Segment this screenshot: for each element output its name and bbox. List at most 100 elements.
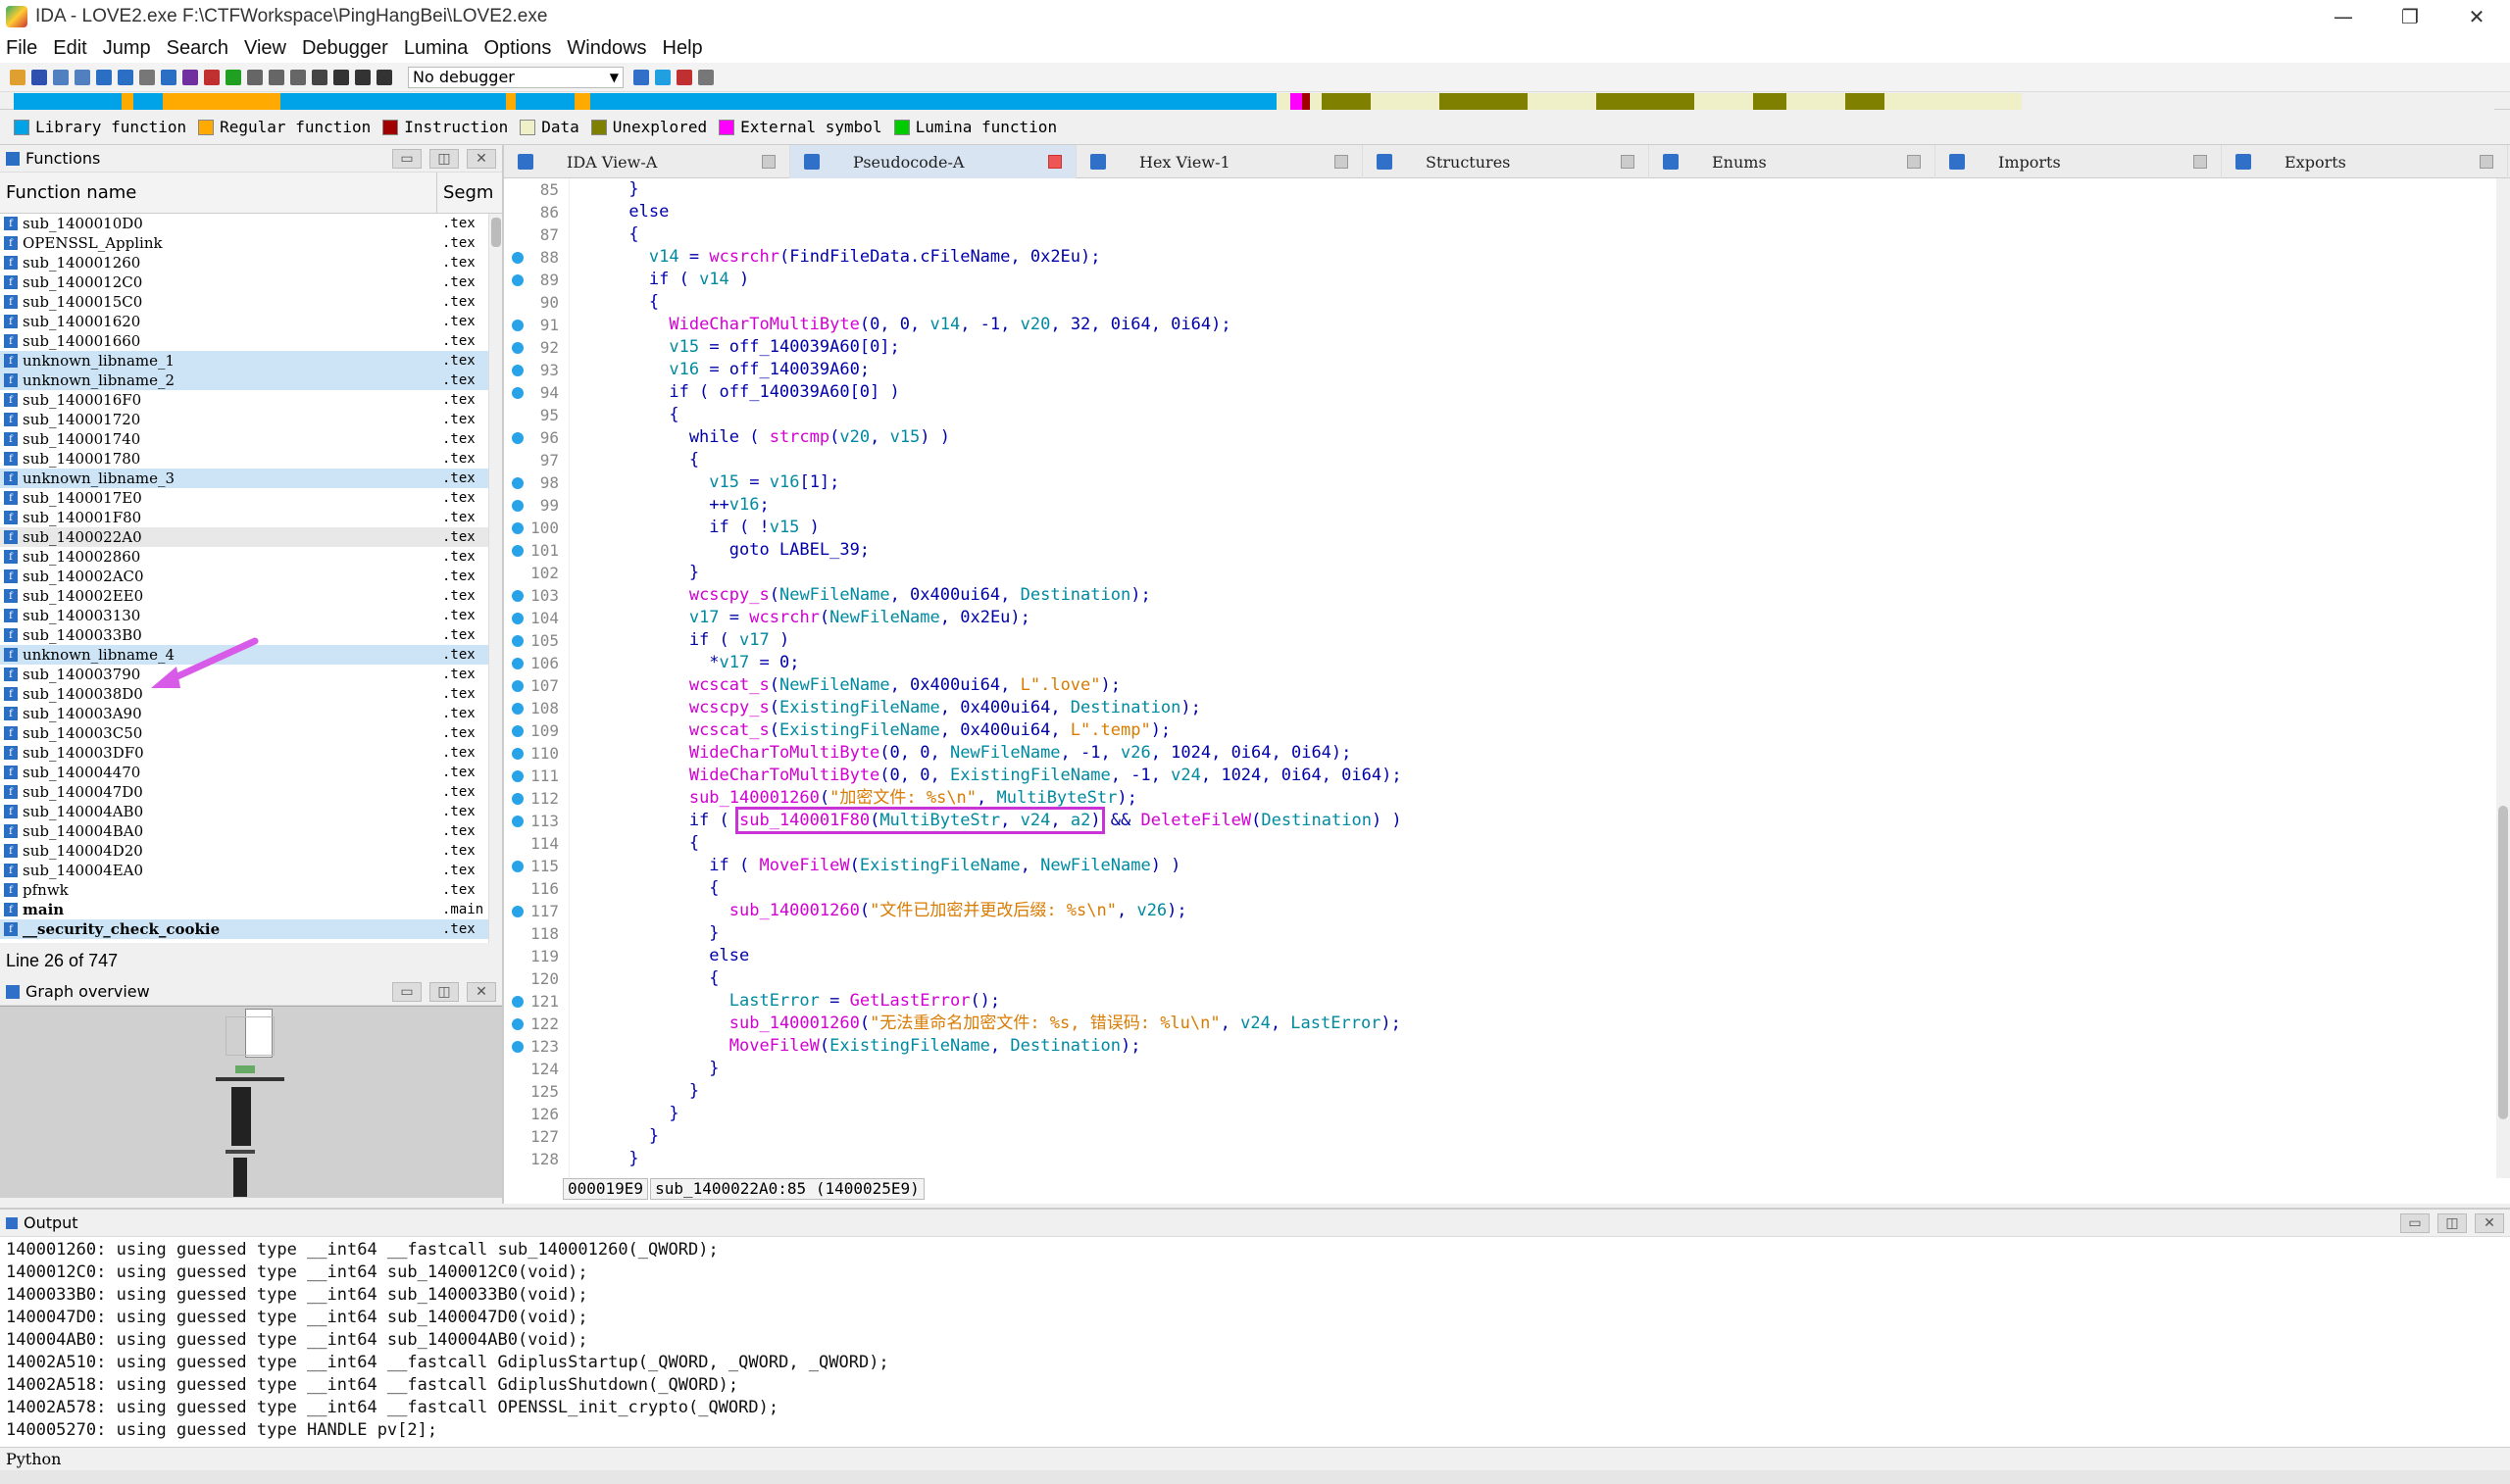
column-segment[interactable]: Segm (437, 182, 493, 203)
tab-close-icon[interactable] (2193, 155, 2207, 169)
code-line[interactable]: { (569, 967, 2490, 990)
function-row[interactable]: f sub_140001720 .tex (0, 410, 502, 429)
code-line[interactable]: WideCharToMultiByte(0, 0, ExistingFileNa… (569, 765, 2490, 787)
panel-close-icon[interactable]: ✕ (467, 149, 496, 169)
code-line[interactable]: wcscat_s(NewFileName, 0x400ui64, L".love… (569, 674, 2490, 697)
attach-icon[interactable] (633, 69, 649, 85)
code-line[interactable]: { (569, 832, 2490, 855)
breakpoint-dot-icon[interactable] (512, 658, 524, 669)
breakpoint-dot-icon[interactable] (512, 320, 524, 331)
code-line[interactable]: } (569, 1103, 2490, 1125)
code-line[interactable]: if ( MoveFileW(ExistingFileName, NewFile… (569, 855, 2490, 877)
menu-view[interactable]: View (244, 37, 286, 60)
code-line[interactable]: else (569, 201, 2490, 223)
play-icon[interactable] (333, 69, 349, 85)
breakpoint-dot-icon[interactable] (512, 432, 524, 444)
menu-search[interactable]: Search (167, 37, 228, 60)
code-icon[interactable] (96, 69, 112, 85)
tab-structures[interactable]: Structures (1363, 145, 1649, 178)
code-line[interactable]: while ( strcmp(v20, v15) ) (569, 426, 2490, 449)
output-close-icon[interactable]: ✕ (2475, 1213, 2504, 1233)
breakpoint-dot-icon[interactable] (512, 522, 524, 534)
menu-windows[interactable]: Windows (567, 37, 646, 60)
breakpoint-dot-icon[interactable] (512, 613, 524, 624)
maximize-button[interactable]: ❐ (2377, 0, 2443, 33)
tab-close-icon[interactable] (1907, 155, 1921, 169)
function-row[interactable]: f OPENSSL_Applink .tex (0, 233, 502, 253)
function-row[interactable]: f sub_140003A90 .tex (0, 704, 502, 723)
pause-icon[interactable] (355, 69, 371, 85)
breakpoint-dot-icon[interactable] (512, 996, 524, 1008)
function-row[interactable]: f sub_140002AC0 .tex (0, 567, 502, 586)
function-row[interactable]: f sub_140001660 .tex (0, 331, 502, 351)
breakpoint-dot-icon[interactable] (512, 500, 524, 512)
function-row[interactable]: f pfnwk .tex (0, 880, 502, 900)
function-row[interactable]: f sub_140004BA0 .tex (0, 821, 502, 841)
code-line[interactable]: } (569, 1080, 2490, 1103)
function-row[interactable]: f sub_140002EE0 .tex (0, 586, 502, 606)
code-line[interactable]: { (569, 877, 2490, 900)
code-line[interactable]: } (569, 1125, 2490, 1148)
menu-file[interactable]: File (6, 37, 37, 60)
code-line[interactable]: v17 = wcsrchr(NewFileName, 0x2Eu); (569, 607, 2490, 629)
code-line[interactable]: WideCharToMultiByte(0, 0, NewFileName, -… (569, 742, 2490, 765)
python-input[interactable]: Python (0, 1447, 2510, 1470)
breakpoint-dot-icon[interactable] (512, 725, 524, 737)
code-line[interactable]: v15 = off_140039A60[0]; (569, 336, 2490, 359)
menu-jump[interactable]: Jump (103, 37, 151, 60)
function-row[interactable]: f sub_140001780 .tex (0, 449, 502, 469)
function-row[interactable]: f sub_140003DF0 .tex (0, 743, 502, 763)
menu-debugger[interactable]: Debugger (302, 37, 388, 60)
panel-restore-icon[interactable]: ▭ (392, 149, 422, 169)
function-row[interactable]: f sub_140003C50 .tex (0, 723, 502, 743)
code-line[interactable]: } (569, 1148, 2490, 1170)
breakpoint-dot-icon[interactable] (512, 906, 524, 917)
text-icon[interactable] (182, 69, 198, 85)
function-row[interactable]: f unknown_libname_1 .tex (0, 351, 502, 371)
tab-close-icon[interactable] (762, 155, 776, 169)
graph-restore-icon[interactable]: ▭ (392, 982, 422, 1002)
minimize-button[interactable]: — (2310, 0, 2377, 33)
menu-options[interactable]: Options (483, 37, 551, 60)
column-function-name[interactable]: Function name (0, 173, 437, 213)
tab-close-icon[interactable] (1048, 155, 1062, 169)
function-row[interactable]: f sub_140001620 .tex (0, 312, 502, 331)
code-line[interactable]: if ( v14 ) (569, 269, 2490, 291)
tab-close-icon[interactable] (1621, 155, 1634, 169)
code-line[interactable]: { (569, 449, 2490, 471)
code-line[interactable]: else (569, 945, 2490, 967)
string-icon[interactable] (204, 69, 220, 85)
function-row[interactable]: f sub_1400015C0 .tex (0, 292, 502, 312)
code-scrollbar[interactable] (2496, 178, 2510, 1178)
function-row[interactable]: f sub_140002860 .tex (0, 547, 502, 567)
stop-icon[interactable] (312, 69, 327, 85)
breakpoint-dot-icon[interactable] (512, 1041, 524, 1053)
tab-hex-view-1[interactable]: Hex View-1 (1077, 145, 1363, 178)
code-line[interactable]: ++v16; (569, 494, 2490, 517)
breakpoint-dot-icon[interactable] (512, 274, 524, 286)
code-line[interactable]: goto LABEL_39; (569, 539, 2490, 562)
code-line[interactable]: { (569, 404, 2490, 426)
forward-icon[interactable] (75, 69, 90, 85)
pseudocode-view[interactable]: 85 86 87 88 89 90 91 92 93 94 95 96 97 98 99 100 101 102 1… (504, 178, 2498, 1178)
function-row[interactable]: f __security_check_cookie .tex (0, 919, 502, 939)
breakpoint-dot-icon[interactable] (512, 545, 524, 557)
save-icon[interactable] (31, 69, 47, 85)
breakpoint-dot-icon[interactable] (512, 770, 524, 782)
code-line[interactable]: sub_140001260("文件已加密并更改后缀: %s\n", v26); (569, 900, 2490, 922)
code-line[interactable]: MoveFileW(ExistingFileName, Destination)… (569, 1035, 2490, 1058)
graph-close-icon[interactable]: ✕ (467, 982, 496, 1002)
code-line[interactable]: v14 = wcsrchr(FindFileData.cFileName, 0x… (569, 246, 2490, 269)
navigation-band[interactable] (0, 92, 2510, 111)
code-line[interactable]: { (569, 291, 2490, 314)
function-row[interactable]: f unknown_libname_3 .tex (0, 469, 502, 488)
halt-icon[interactable] (376, 69, 392, 85)
functions-scrollbar[interactable] (488, 214, 502, 943)
code-line[interactable]: if ( v17 ) (569, 629, 2490, 652)
code-line[interactable]: sub_140001260("无法重命名加密文件: %s, 错误码: %lu\n… (569, 1013, 2490, 1035)
function-row[interactable]: f sub_140001F80 .tex (0, 508, 502, 527)
function-row[interactable]: f sub_140004AB0 .tex (0, 802, 502, 821)
code-line[interactable]: { (569, 223, 2490, 246)
breakpoint-dot-icon[interactable] (512, 793, 524, 805)
tab-enums[interactable]: Enums (1649, 145, 1935, 178)
